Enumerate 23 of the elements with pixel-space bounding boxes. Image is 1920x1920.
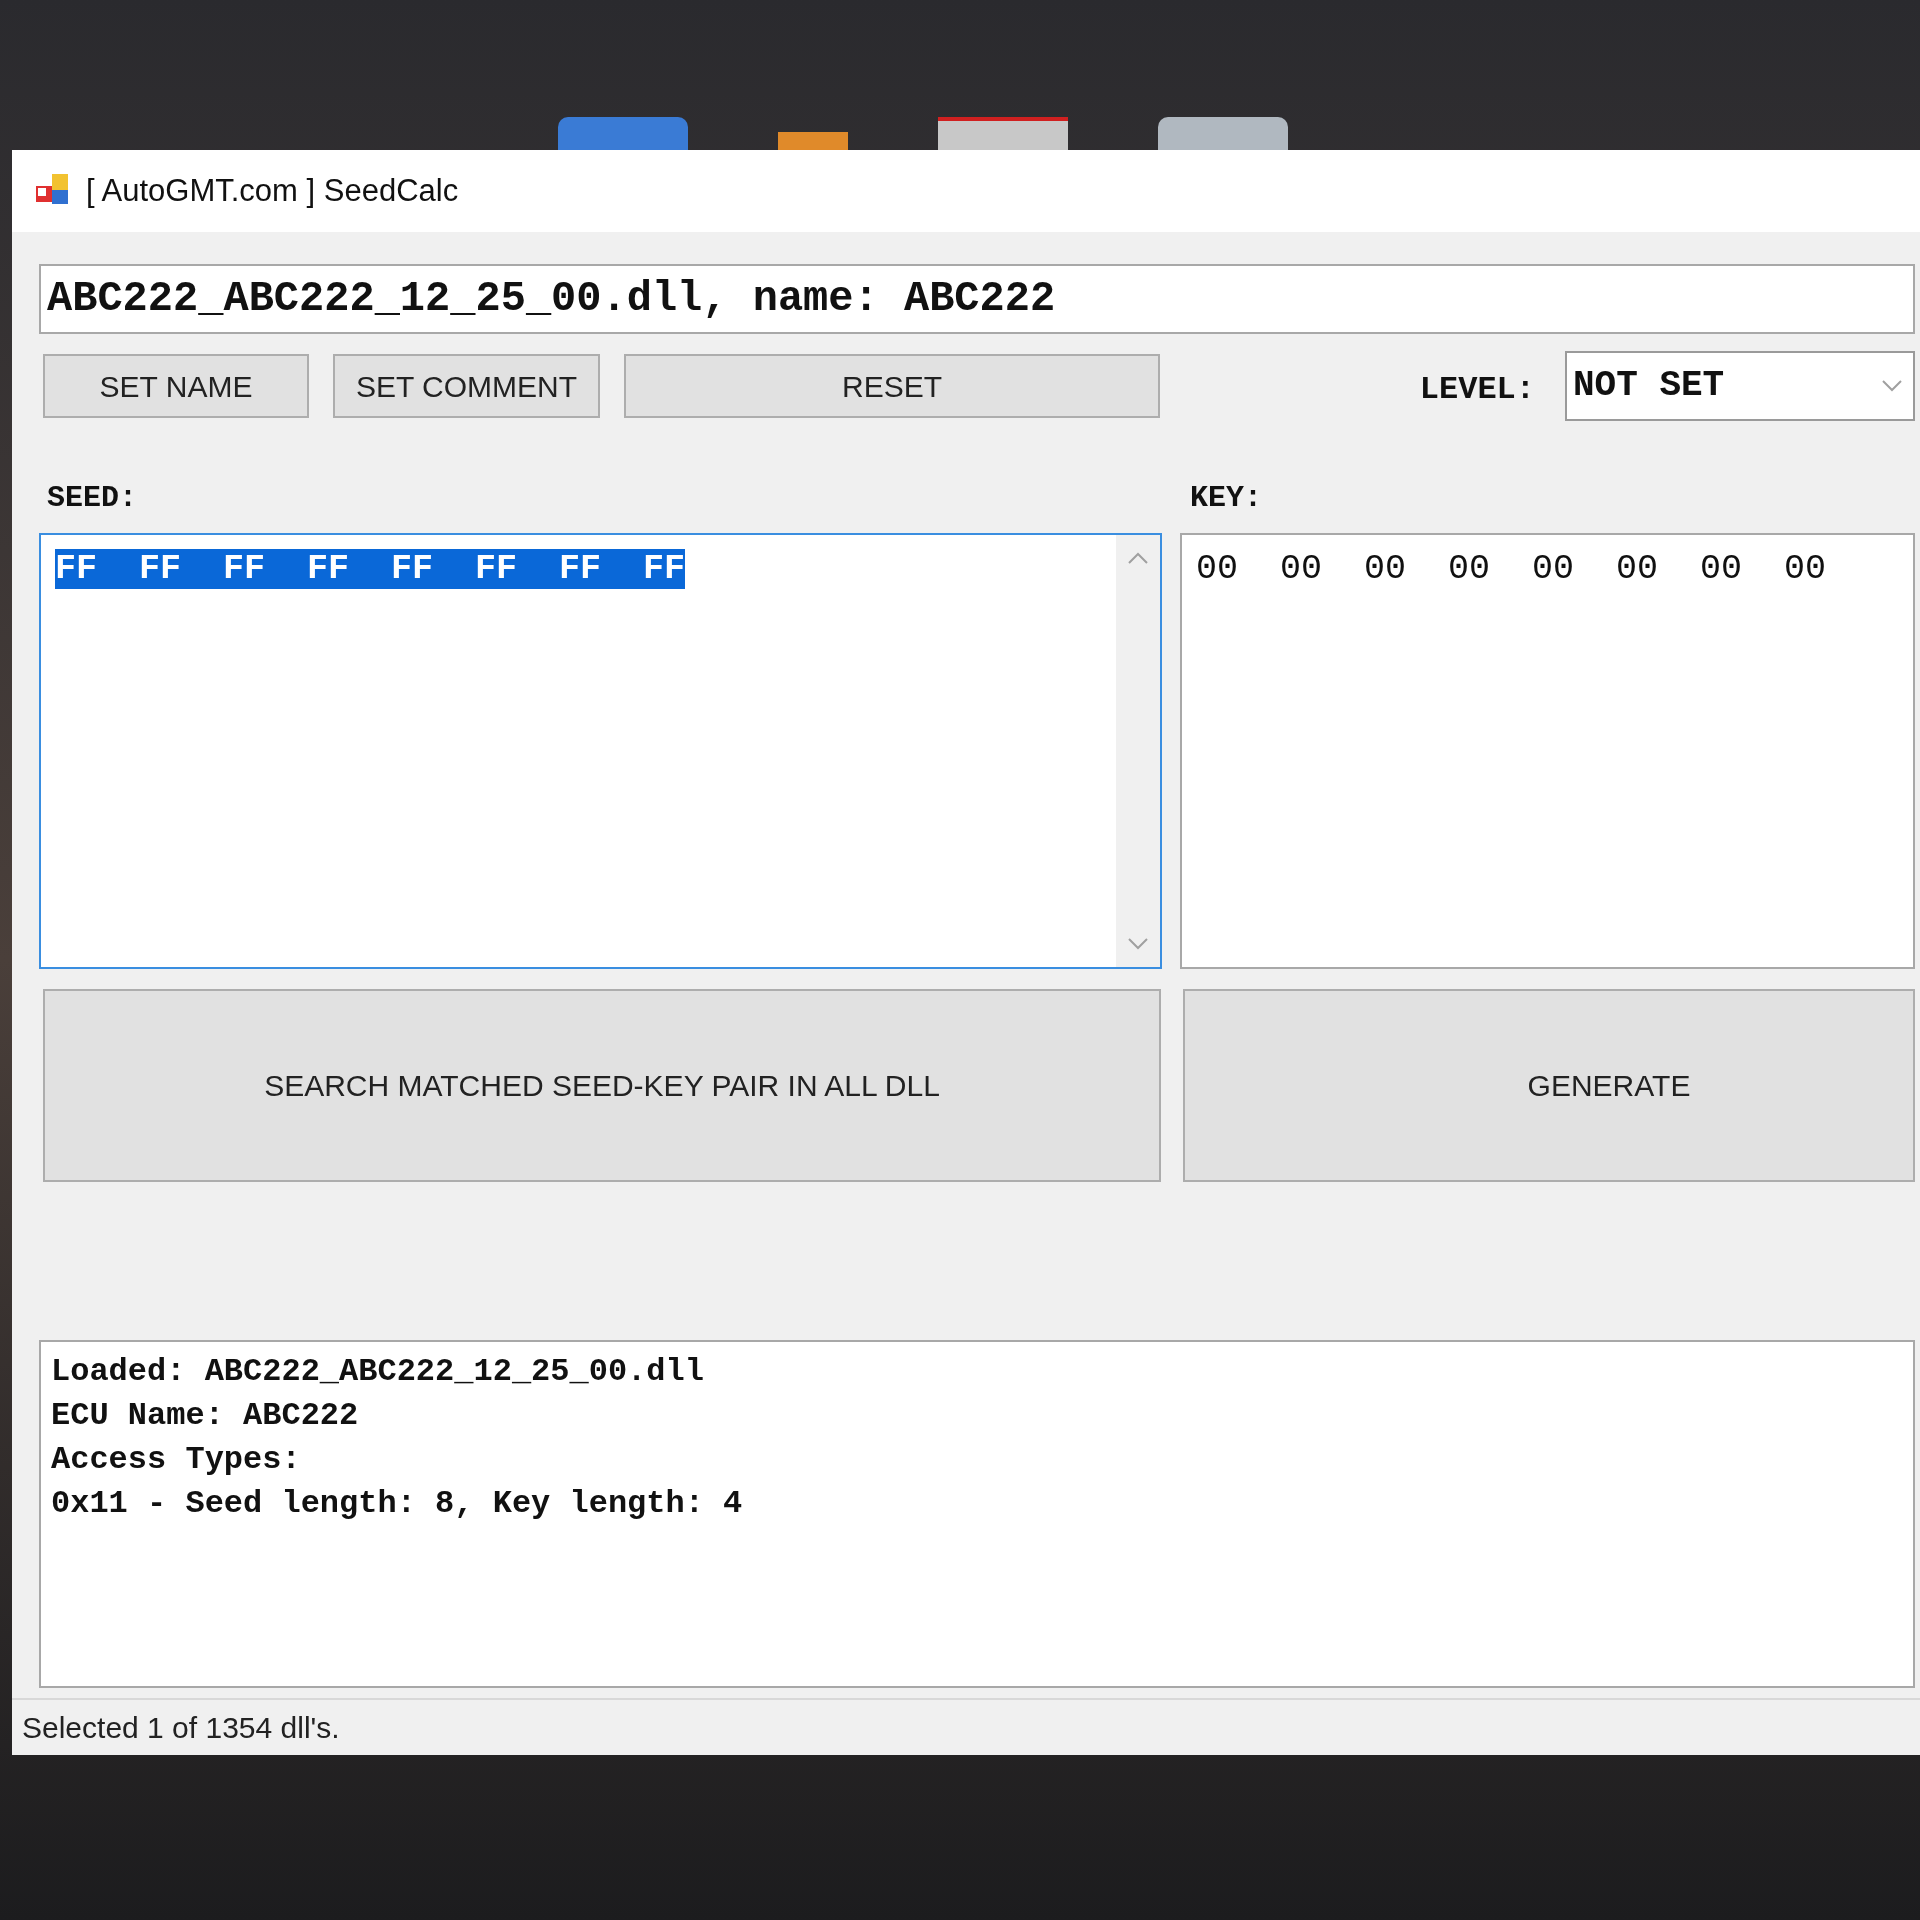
level-dropdown[interactable]: NOT SET xyxy=(1565,351,1915,421)
seed-label: SEED: xyxy=(47,480,138,517)
action-button[interactable]: GENERATE xyxy=(1183,989,1915,1182)
key-text-area[interactable]: 00 00 00 00 00 00 00 00 xyxy=(1180,533,1915,969)
action-button[interactable]: SEARCH MATCHED SEED-KEY PAIR IN ALL DLL xyxy=(43,989,1161,1182)
toolbar-button[interactable]: SET COMMENT xyxy=(333,354,600,418)
chevron-down-icon xyxy=(1127,937,1149,951)
log-line: Access Types: xyxy=(51,1440,302,1480)
window-title: [ AutoGMT.com ] SeedCalc xyxy=(86,171,459,210)
scrollbar[interactable] xyxy=(1116,535,1160,967)
log-line: 0x11 - Seed length: 8, Key length: 4 xyxy=(51,1484,744,1524)
toolbar-button[interactable]: SET NAME xyxy=(43,354,309,418)
status-text: Selected 1 of 1354 dll's. xyxy=(22,1710,340,1746)
seed-text-area[interactable]: FF FF FF FF FF FF FF FF xyxy=(39,533,1162,969)
toolbar-button[interactable]: RESET xyxy=(624,354,1160,418)
chevron-up-icon xyxy=(1127,551,1149,565)
level-label: LEVEL: xyxy=(1419,370,1535,410)
log-line: Loaded: ABC222_ABC222_12_25_00.dll xyxy=(51,1352,705,1392)
desktop-icon[interactable] xyxy=(938,117,1068,150)
key-label: KEY: xyxy=(1190,480,1263,517)
chevron-down-icon xyxy=(1881,379,1903,393)
file-field[interactable]: ABC222_ABC222_12_25_00.dll, name: ABC222 xyxy=(39,264,1915,334)
log-line: ECU Name: ABC222 xyxy=(51,1396,360,1436)
